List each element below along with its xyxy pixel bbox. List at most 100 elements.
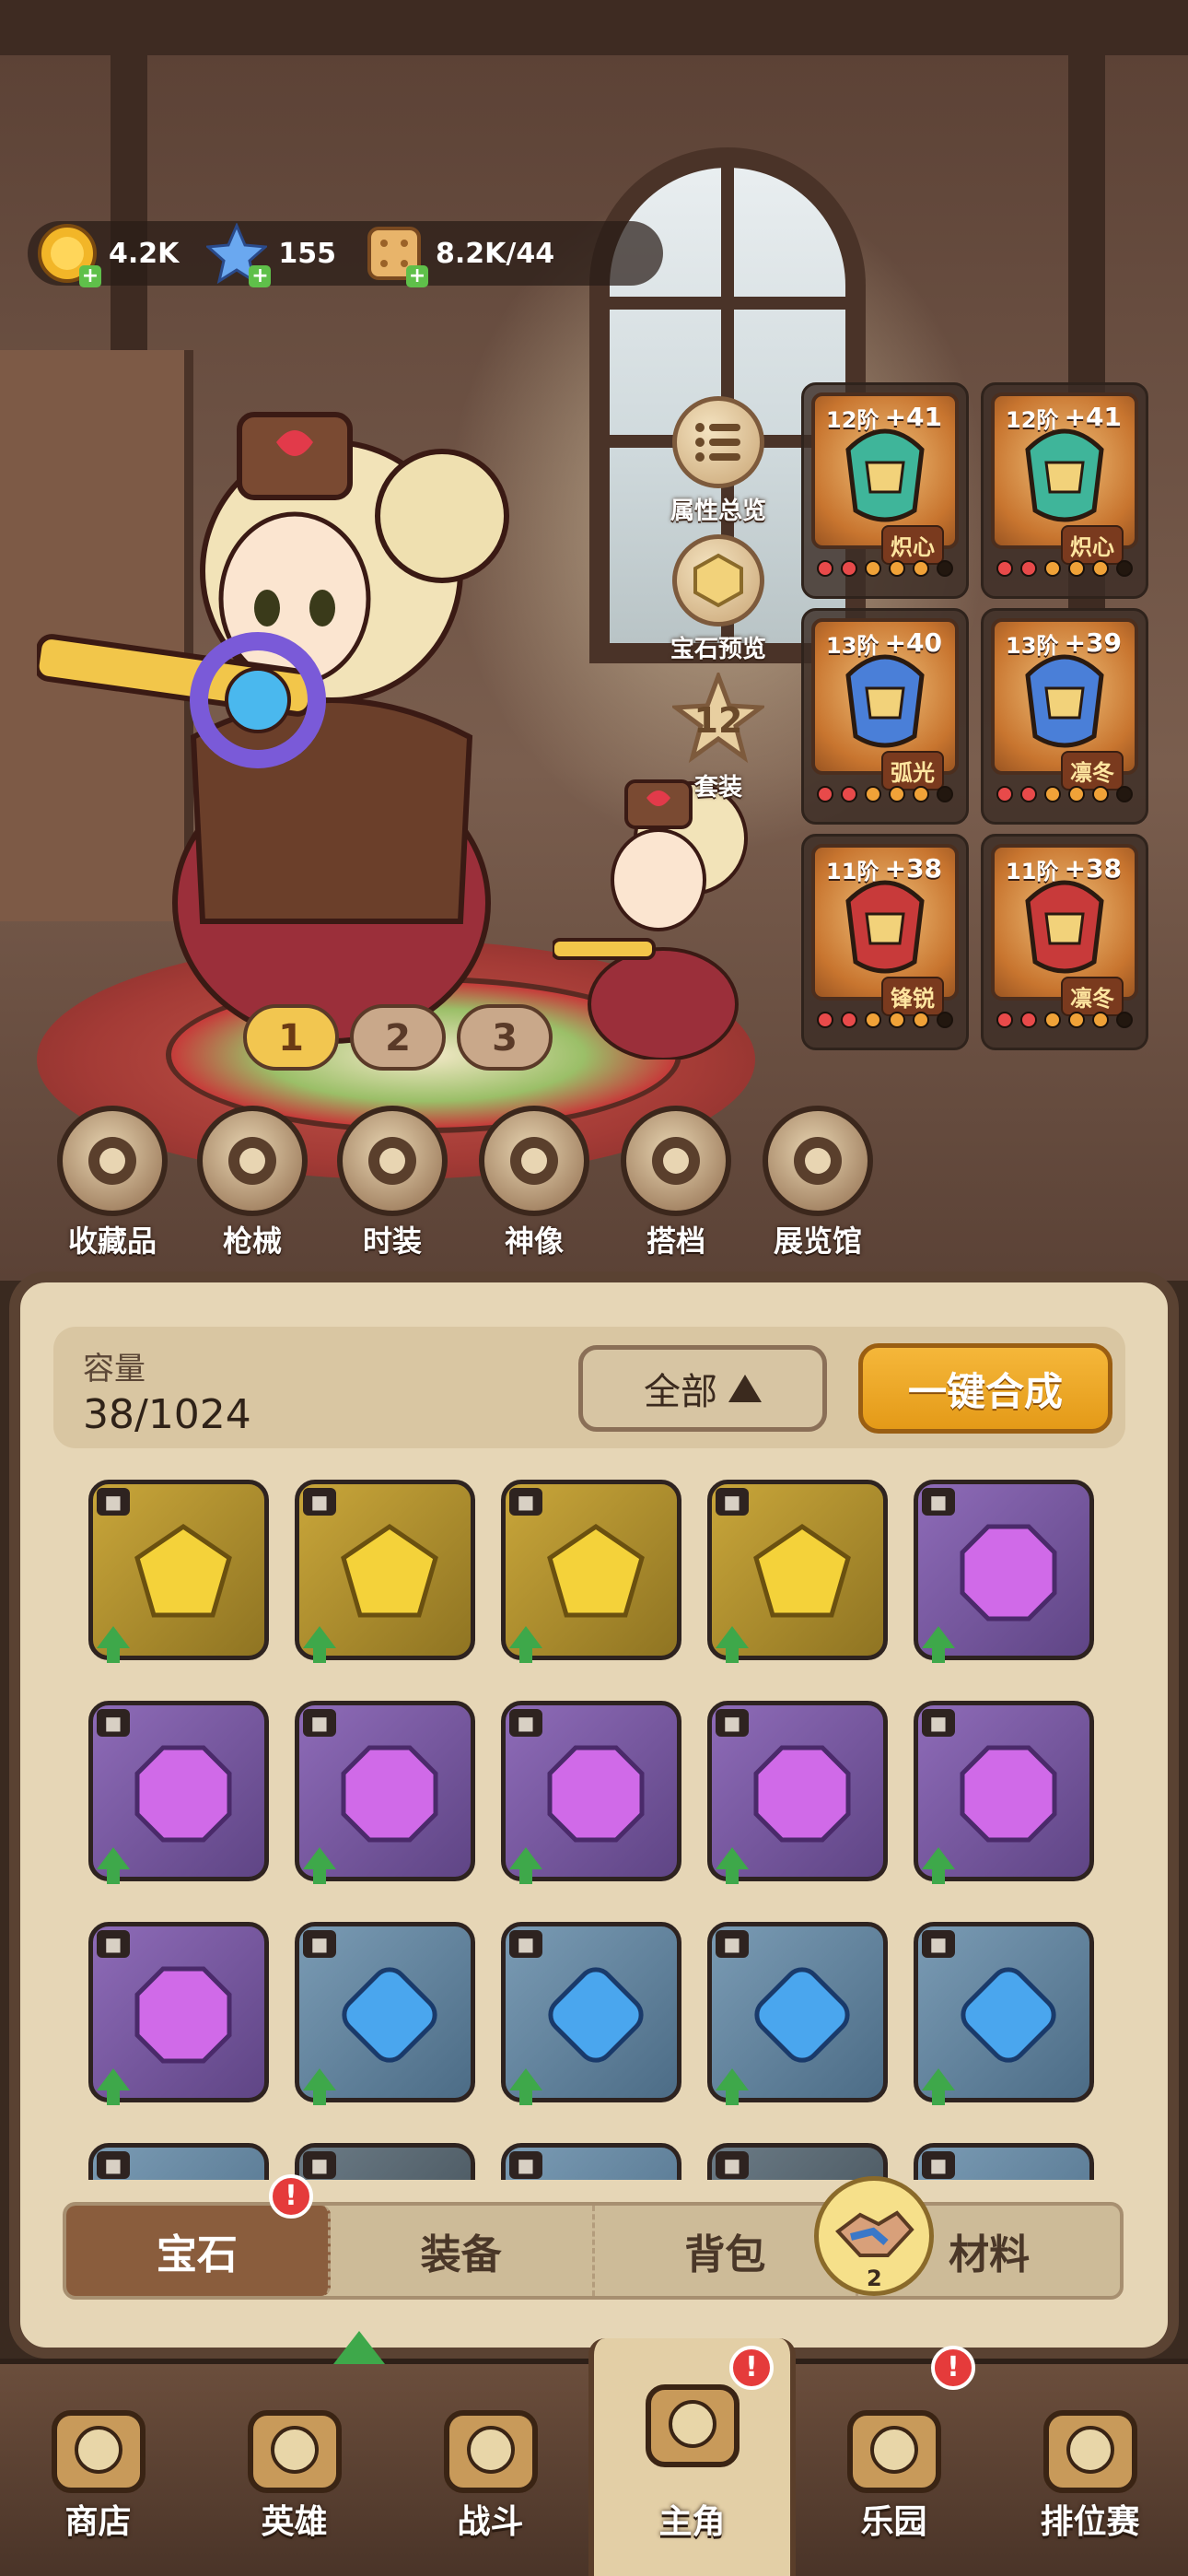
biscuit-icon: +	[364, 223, 429, 287]
gem-slot[interactable]: ■	[88, 1922, 269, 2105]
one-click-merge-button[interactable]: 一键合成	[858, 1343, 1112, 1434]
nav-owl[interactable]: 主角!	[588, 2338, 796, 2576]
loadout-page-3[interactable]: 3	[457, 1004, 553, 1071]
gem-preview-button[interactable]: 宝石预览	[649, 534, 787, 664]
add-biscuit-icon[interactable]: +	[406, 265, 429, 287]
coin-amount: 4.2K	[109, 237, 180, 270]
collection-statue[interactable]: 神像	[470, 1106, 599, 1260]
collection-partner[interactable]: 搭档	[611, 1106, 740, 1260]
equipment-tier: 13阶	[1006, 633, 1059, 659]
star-balance[interactable]: + 155	[204, 222, 336, 287]
gem-slot[interactable]: ■	[88, 2143, 269, 2180]
socket-dot	[996, 1012, 1013, 1028]
tab-backpack-label: 背包	[684, 2231, 766, 2278]
hero-character[interactable]	[37, 350, 626, 1050]
partner-handshake-button[interactable]: 2	[814, 2176, 934, 2296]
socket-dots	[996, 560, 1133, 577]
socket-dot	[841, 560, 857, 577]
equipment-slot[interactable]: 12阶 +41 炽心	[801, 382, 969, 599]
gem-slot[interactable]: ■	[501, 1480, 681, 1663]
gem-slot[interactable]: ■	[914, 1701, 1094, 1884]
tab-gems[interactable]: 宝石 !	[66, 2174, 331, 2296]
add-coins-icon[interactable]: +	[79, 265, 101, 287]
collection-gun[interactable]: 枪械	[188, 1106, 317, 1260]
gold-gem-icon	[547, 1523, 645, 1618]
blue-gem-icon	[342, 1967, 437, 2063]
equipment-slot[interactable]: 11阶 +38 凛冬	[981, 834, 1148, 1050]
gem-slot[interactable]: ■	[88, 1480, 269, 1663]
gem-slot[interactable]: ■	[88, 1701, 269, 1884]
currency-bar: + 4.2K + 155 + 8.2K/44	[28, 221, 663, 287]
add-stars-icon[interactable]: +	[249, 265, 272, 287]
purple-gem-icon	[134, 1966, 232, 2064]
set-button[interactable]: 12 套装	[649, 673, 787, 802]
collection-outfit[interactable]: 时装	[328, 1106, 457, 1260]
socket-dot	[1092, 560, 1109, 577]
gem-slot[interactable]: ■	[707, 1701, 888, 1884]
partner-count: 2	[867, 2266, 882, 2291]
gem-slot[interactable]: ■	[295, 1701, 475, 1884]
gem-slot[interactable]: ■	[707, 2143, 888, 2180]
nav-label: 战斗	[457, 2503, 524, 2541]
gem-slot[interactable]: ■	[501, 2143, 681, 2180]
socket-dot	[865, 1012, 881, 1028]
nav-hero-cards[interactable]: 英雄	[196, 2364, 392, 2576]
attribute-overview-button[interactable]: 属性总览	[649, 396, 787, 526]
upgrade-arrow-icon	[922, 1626, 955, 1663]
equipment-slot[interactable]: 12阶 +41 炽心	[981, 382, 1148, 599]
socket-dot	[1068, 560, 1085, 577]
gem-slot[interactable]: ■	[914, 2143, 1094, 2180]
nav-shop[interactable]: 商店	[0, 2364, 196, 2576]
gem-slot[interactable]: ■	[295, 1922, 475, 2105]
nav-ranked[interactable]: 排位赛	[992, 2364, 1188, 2576]
set-label: 套装	[693, 774, 742, 802]
tab-equipment-label: 装备	[420, 2231, 502, 2278]
loadout-page-2[interactable]: 2	[350, 1004, 446, 1071]
equipment-slot[interactable]: 13阶 +39 凛冬	[981, 608, 1148, 825]
slot-type-icon: ■	[303, 1709, 336, 1737]
upgrade-arrow-icon	[716, 1847, 749, 1884]
inventory-tabs: 宝石 ! 装备 背包 材料	[63, 2174, 1124, 2300]
socket-dot	[937, 1012, 953, 1028]
slot-type-icon: ■	[97, 1709, 130, 1737]
gem-slot[interactable]: ■	[707, 1480, 888, 1663]
equipment-slot[interactable]: 11阶 +38 锋锐	[801, 834, 969, 1050]
equipment-set-tag: 锋锐	[881, 977, 944, 1016]
filter-dropdown[interactable]: 全部	[578, 1345, 827, 1432]
collection-crown[interactable]: 展览馆	[753, 1106, 882, 1260]
tab-equipment[interactable]: 装备	[331, 2206, 595, 2296]
collection-collectible[interactable]: 收藏品	[48, 1106, 177, 1260]
collectible-icon	[57, 1106, 168, 1216]
alert-badge-icon: !	[269, 2174, 313, 2219]
biscuit-balance[interactable]: + 8.2K/44	[364, 223, 554, 287]
gem-slot[interactable]: ■	[914, 1922, 1094, 2105]
nav-battle[interactable]: 战斗	[392, 2364, 588, 2576]
upgrade-arrow-icon	[97, 1626, 130, 1663]
equipment-set-tag: 炽心	[1061, 525, 1124, 565]
equipment-slot[interactable]: 13阶 +40 弧光	[801, 608, 969, 825]
upgrade-arrow-icon	[509, 1847, 542, 1884]
upgrade-arrow-icon	[922, 2068, 955, 2105]
hexagon-gem-icon	[672, 534, 764, 626]
collection-label: 收藏品	[67, 1224, 157, 1259]
list-icon	[672, 396, 764, 488]
gem-slot[interactable]: ■	[501, 1922, 681, 2105]
slot-type-icon: ■	[303, 2151, 336, 2179]
gem-slot[interactable]: ■	[501, 1701, 681, 1884]
gem-slot[interactable]: ■	[707, 1922, 888, 2105]
socket-dot	[841, 1012, 857, 1028]
slot-type-icon: ■	[922, 1488, 955, 1516]
gem-slot[interactable]: ■	[295, 1480, 475, 1663]
gem-slot[interactable]: ■	[295, 2143, 475, 2180]
socket-dots	[817, 786, 953, 802]
socket-dot	[1116, 560, 1133, 577]
socket-dot	[1116, 786, 1133, 802]
socket-dot	[937, 786, 953, 802]
coin-balance[interactable]: + 4.2K	[37, 223, 180, 287]
purple-gem-icon	[341, 1745, 438, 1843]
gem-slot[interactable]: ■	[914, 1480, 1094, 1663]
slot-type-icon: ■	[97, 1488, 130, 1516]
blue-gem-icon	[961, 1967, 1056, 2063]
loadout-page-1[interactable]: 1	[243, 1004, 339, 1071]
nav-castle[interactable]: 乐园!	[796, 2346, 992, 2576]
